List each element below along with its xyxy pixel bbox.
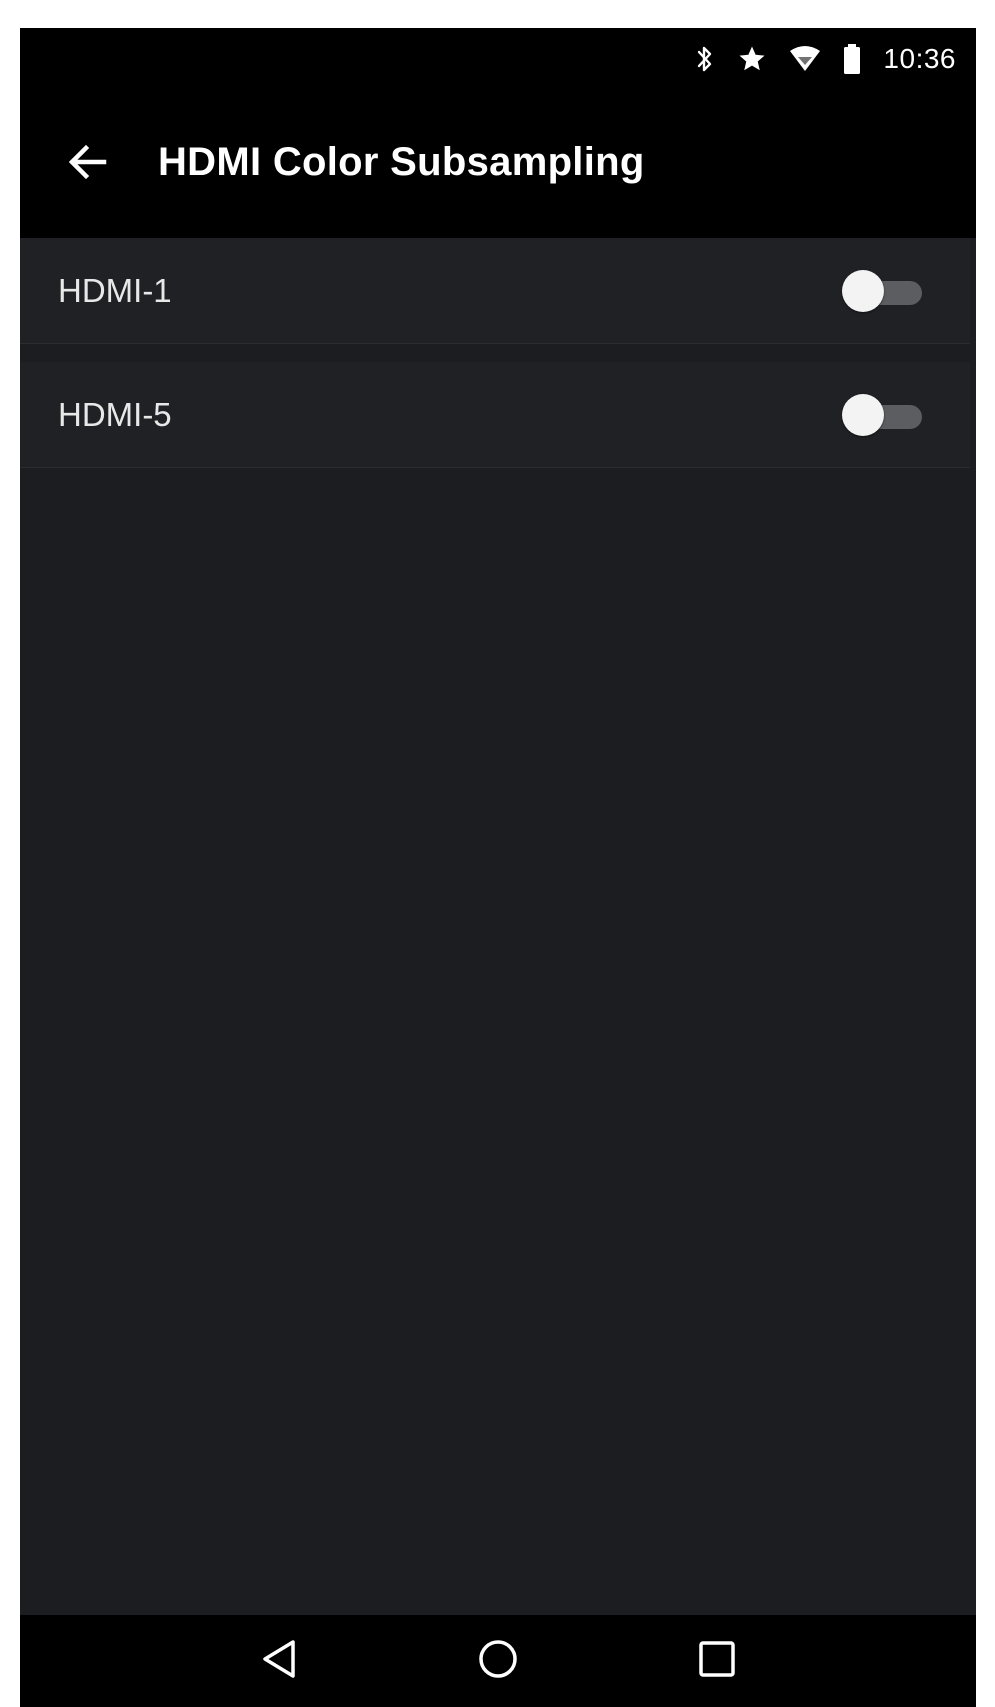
recents-square-icon [697, 1639, 737, 1684]
status-time: 10:36 [883, 43, 956, 74]
status-bar: 10:36 [20, 28, 976, 90]
arrow-left-icon [68, 144, 108, 185]
battery-icon [843, 43, 861, 75]
back-triangle-icon [259, 1638, 299, 1685]
setting-row-hdmi-5[interactable]: HDMI-5 [20, 362, 970, 468]
setting-row-hdmi-1[interactable]: HDMI-1 [20, 238, 970, 344]
settings-list: HDMI-1 HDMI-5 [20, 238, 976, 468]
phone-screen: 10:36 HDMI Color Subsampling HDMI-1 HDMI… [20, 28, 976, 1707]
page-title: HDMI Color Subsampling [158, 139, 645, 184]
toggle-thumb [842, 393, 884, 436]
setting-label: HDMI-5 [58, 395, 172, 433]
nav-recents-button[interactable] [687, 1631, 747, 1691]
nav-home-button[interactable] [468, 1631, 528, 1691]
hdmi-5-toggle[interactable] [842, 393, 926, 437]
nav-back-button[interactable] [249, 1631, 309, 1691]
setting-label: HDMI-1 [58, 271, 172, 309]
wifi-icon [789, 45, 821, 73]
home-circle-icon [477, 1638, 519, 1685]
navigation-bar [20, 1615, 976, 1707]
toggle-thumb [842, 269, 884, 312]
app-bar: HDMI Color Subsampling [20, 90, 976, 238]
star-icon [737, 44, 767, 74]
back-button[interactable] [64, 140, 112, 188]
hdmi-1-toggle[interactable] [842, 269, 926, 313]
bluetooth-icon [695, 44, 715, 74]
